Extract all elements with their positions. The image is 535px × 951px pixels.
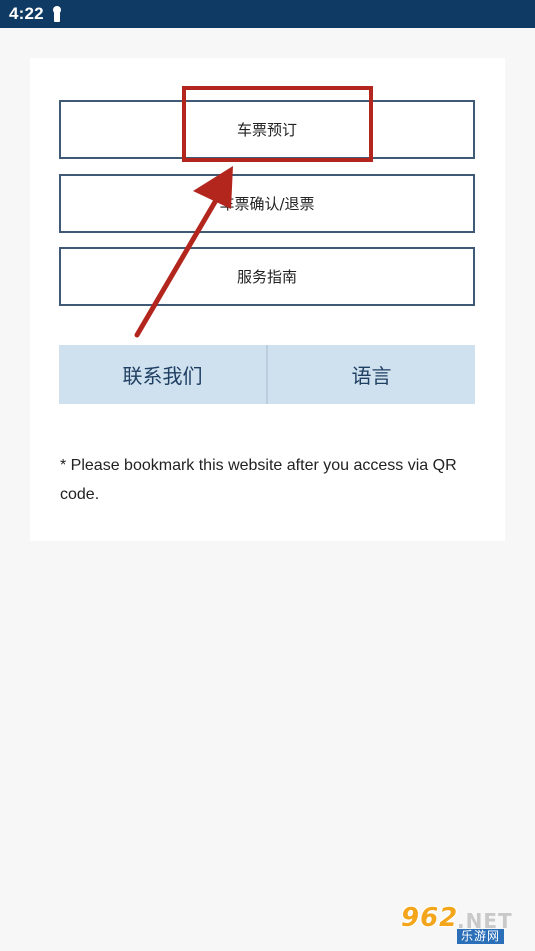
status-time: 4:22 [9, 4, 44, 23]
watermark-logo: 962 .NET 乐游网 [395, 903, 527, 945]
main-card: 车票预订 车票确认/退票 服务指南 联系我们 语言 * Please bookm… [30, 58, 505, 541]
watermark-subtitle: 乐游网 [457, 929, 505, 944]
service-guide-button[interactable]: 服务指南 [59, 247, 475, 306]
contact-us-button[interactable]: 联系我们 [59, 345, 266, 404]
bottom-action-row: 联系我们 语言 [59, 345, 475, 404]
person-icon [52, 6, 62, 22]
status-bar: 4:22 [0, 0, 535, 28]
ticket-confirm-refund-button[interactable]: 车票确认/退票 [59, 174, 475, 233]
bookmark-note: * Please bookmark this website after you… [60, 457, 457, 503]
ticket-booking-button[interactable]: 车票预订 [59, 100, 475, 159]
watermark-brand: 962 [401, 903, 459, 933]
language-button[interactable]: 语言 [268, 345, 475, 404]
